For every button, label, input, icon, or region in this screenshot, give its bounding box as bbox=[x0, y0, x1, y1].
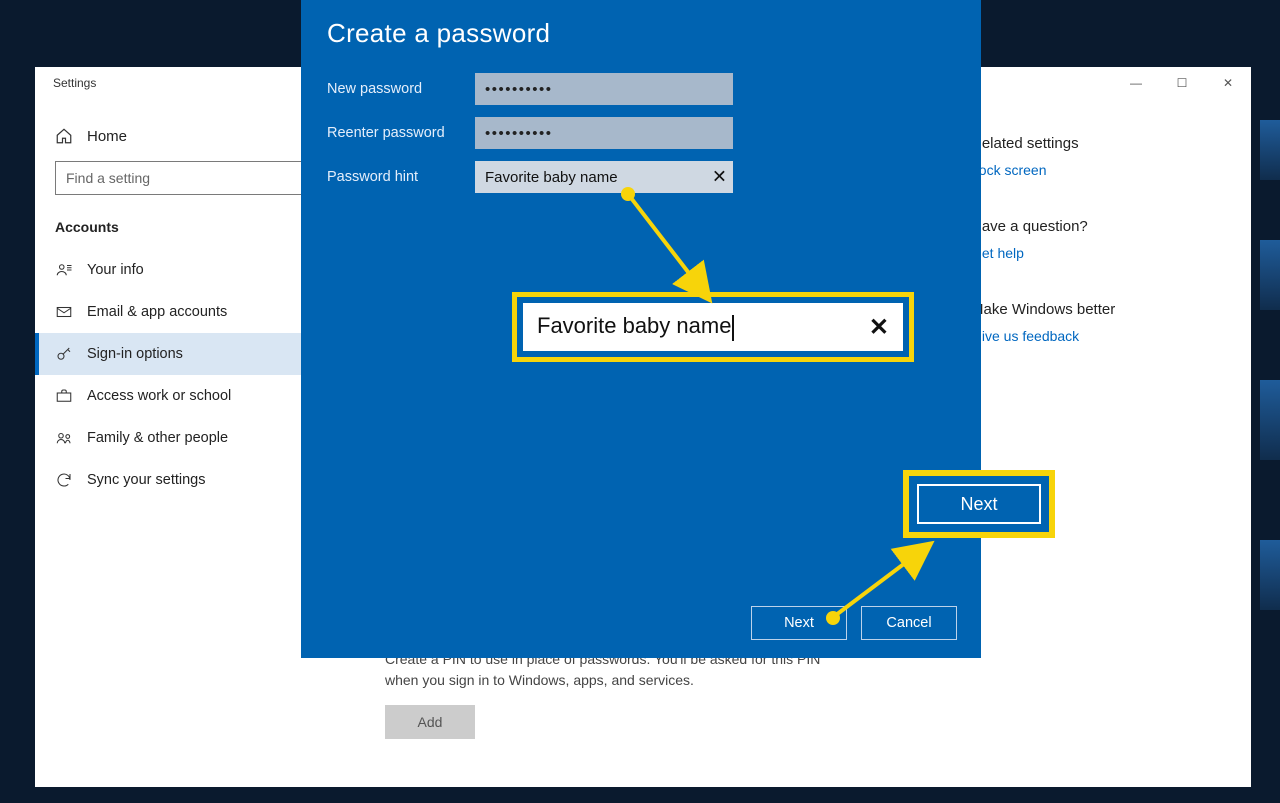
feedback-link[interactable]: Give us feedback bbox=[971, 328, 1221, 344]
home-icon bbox=[55, 127, 73, 145]
nav-label: Your info bbox=[87, 262, 144, 278]
home-label: Home bbox=[87, 128, 127, 145]
new-password-label: New password bbox=[327, 81, 455, 97]
password-hint-input[interactable] bbox=[475, 161, 733, 193]
minimize-button[interactable]: — bbox=[1113, 67, 1159, 99]
search-input[interactable]: Find a setting bbox=[55, 161, 335, 195]
close-button[interactable]: ✕ bbox=[1205, 67, 1251, 99]
dialog-title: Create a password bbox=[301, 18, 981, 67]
related-settings-heading: Related settings bbox=[971, 135, 1221, 152]
add-pin-button[interactable]: Add bbox=[385, 705, 475, 739]
search-placeholder: Find a setting bbox=[66, 170, 324, 186]
right-column: Related settings Lock screen Have a ques… bbox=[961, 129, 1221, 787]
nav-label: Access work or school bbox=[87, 388, 231, 404]
nav-label: Email & app accounts bbox=[87, 304, 227, 320]
new-password-input[interactable] bbox=[475, 73, 733, 105]
maximize-button[interactable]: ☐ bbox=[1159, 67, 1205, 99]
briefcase-icon bbox=[55, 387, 73, 405]
annotation-dot bbox=[621, 187, 635, 201]
nav-label: Sync your settings bbox=[87, 472, 205, 488]
get-help-link[interactable]: Get help bbox=[971, 245, 1221, 261]
annotation-dot bbox=[826, 611, 840, 625]
window-title: Settings bbox=[53, 76, 96, 90]
user-icon bbox=[55, 261, 73, 279]
nav-label: Family & other people bbox=[87, 430, 228, 446]
reenter-password-label: Reenter password bbox=[327, 125, 455, 141]
people-icon bbox=[55, 429, 73, 447]
better-heading: Make Windows better bbox=[971, 301, 1221, 318]
mail-icon bbox=[55, 303, 73, 321]
cancel-button[interactable]: Cancel bbox=[861, 606, 957, 640]
callout-next-zoom: Next bbox=[903, 470, 1055, 538]
close-icon: ✕ bbox=[869, 313, 889, 342]
key-icon bbox=[55, 345, 73, 363]
question-heading: Have a question? bbox=[971, 218, 1221, 235]
callout-hint-text: Favorite baby name bbox=[537, 313, 734, 340]
lock-screen-link[interactable]: Lock screen bbox=[971, 162, 1221, 178]
clear-hint-icon[interactable]: ✕ bbox=[712, 167, 727, 188]
reenter-password-input[interactable] bbox=[475, 117, 733, 149]
callout-next-text: Next bbox=[960, 494, 997, 515]
callout-hint-zoom: Favorite baby name ✕ bbox=[512, 292, 914, 362]
nav-label: Sign-in options bbox=[87, 346, 183, 362]
sync-icon bbox=[55, 471, 73, 489]
password-hint-label: Password hint bbox=[327, 169, 455, 185]
